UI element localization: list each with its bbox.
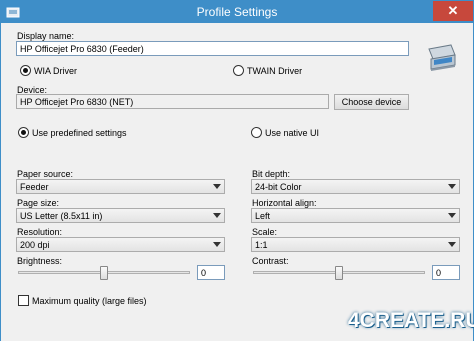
chevron-down-icon xyxy=(448,184,456,189)
predefined-settings-label: Use predefined settings xyxy=(32,128,127,138)
display-name-label: Display name: xyxy=(17,31,75,41)
max-quality-checkbox[interactable] xyxy=(18,295,29,306)
close-button[interactable]: ✕ xyxy=(433,1,473,21)
chevron-down-icon xyxy=(448,242,456,247)
chevron-down-icon xyxy=(213,213,221,218)
chevron-down-icon xyxy=(213,184,221,189)
window-title: Profile Settings xyxy=(196,5,278,19)
page-size-select[interactable]: US Letter (8.5x11 in) xyxy=(16,208,225,223)
wia-driver-radio[interactable] xyxy=(20,65,31,76)
scale-label: Scale: xyxy=(252,227,278,237)
choose-device-button[interactable]: Choose device xyxy=(334,94,409,110)
paper-source-label: Paper source: xyxy=(17,169,74,179)
bit-depth-select[interactable]: 24-bit Color xyxy=(251,179,460,194)
paper-source-value: Feeder xyxy=(20,182,49,192)
horizontal-align-value: Left xyxy=(255,211,271,221)
bit-depth-label: Bit depth: xyxy=(252,169,291,179)
horizontal-align-select[interactable]: Left xyxy=(251,208,460,223)
predefined-settings-radio[interactable] xyxy=(18,127,29,138)
chevron-down-icon xyxy=(448,213,456,218)
page-size-label: Page size: xyxy=(17,198,60,208)
title-bar[interactable]: Profile Settings ✕ xyxy=(1,1,473,23)
horizontal-align-label: Horizontal align: xyxy=(252,198,317,208)
native-ui-radio[interactable] xyxy=(251,127,262,138)
scanner-icon xyxy=(428,44,456,71)
contrast-slider-thumb[interactable] xyxy=(335,266,343,280)
chevron-down-icon xyxy=(213,242,221,247)
twain-driver-radio[interactable] xyxy=(233,65,244,76)
device-field: HP Officejet Pro 6830 (NET) xyxy=(16,94,329,109)
native-ui-label: Use native UI xyxy=(265,128,320,138)
scale-value: 1:1 xyxy=(255,240,268,250)
brightness-slider-thumb[interactable] xyxy=(100,266,108,280)
resolution-label: Resolution: xyxy=(17,227,63,237)
resolution-value: 200 dpi xyxy=(20,240,50,250)
contrast-label: Contrast: xyxy=(252,256,289,266)
twain-driver-label: TWAIN Driver xyxy=(247,66,303,76)
watermark-text: 4CREATE.RU xyxy=(348,309,474,332)
site-watermark-logo: 4CREATE.RU xyxy=(344,307,474,339)
display-name-input[interactable]: HP Officejet Pro 6830 (Feeder) xyxy=(16,41,409,56)
brightness-label: Brightness: xyxy=(17,256,63,266)
contrast-input[interactable]: 0 xyxy=(432,265,460,280)
resolution-select[interactable]: 200 dpi xyxy=(16,237,225,252)
bit-depth-value: 24-bit Color xyxy=(255,182,302,192)
page-size-value: US Letter (8.5x11 in) xyxy=(20,211,103,221)
paper-source-select[interactable]: Feeder xyxy=(16,179,225,194)
wia-driver-label: WIA Driver xyxy=(34,66,78,76)
profile-settings-window: Profile Settings ✕ Display name: HP Offi… xyxy=(0,0,474,341)
brightness-input[interactable]: 0 xyxy=(197,265,225,280)
dialog-body: Display name: HP Officejet Pro 6830 (Fee… xyxy=(1,23,474,341)
max-quality-label: Maximum quality (large files) xyxy=(32,296,147,306)
scale-select[interactable]: 1:1 xyxy=(251,237,460,252)
